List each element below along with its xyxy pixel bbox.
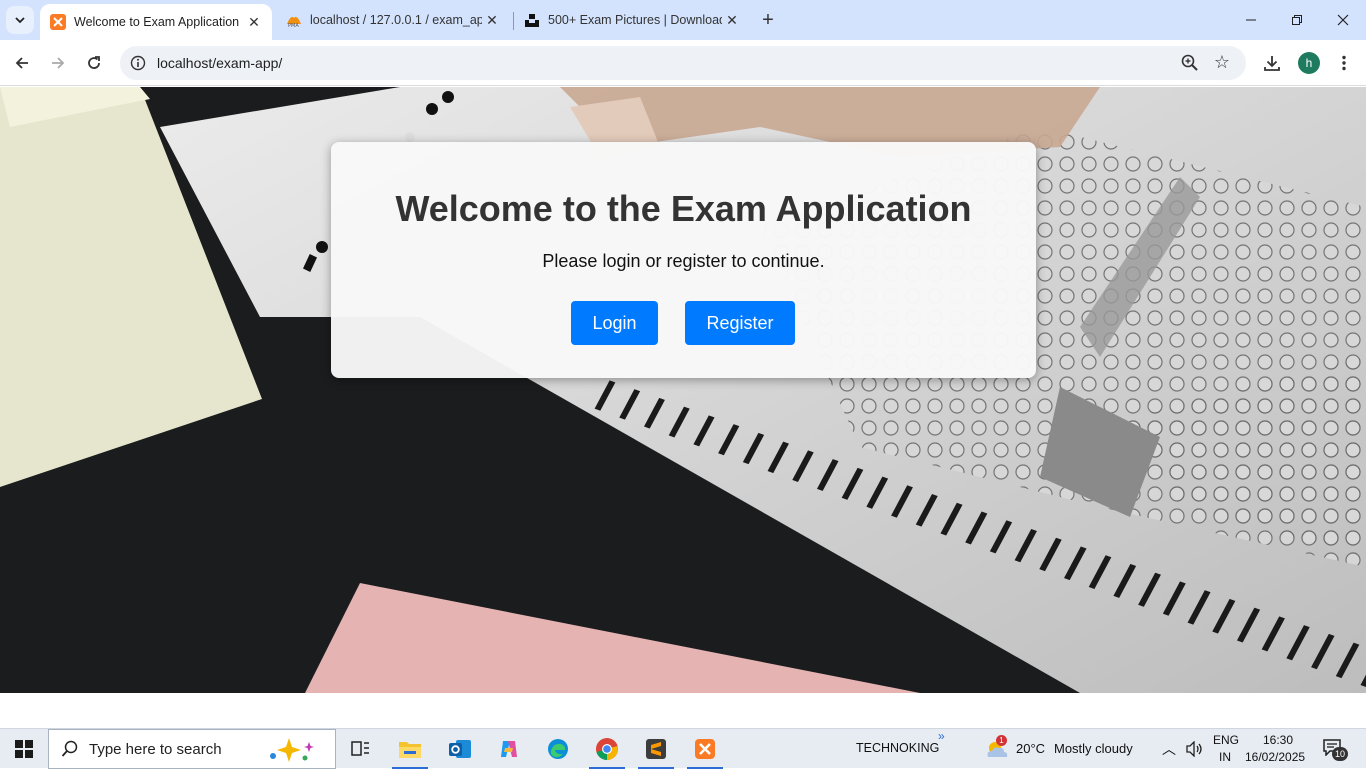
page-viewport: Welcome to the Exam Application Please l… [0, 87, 1366, 728]
minimize-icon [1246, 19, 1256, 21]
copilot-icon [501, 741, 517, 757]
tab-phpmyadmin[interactable]: PMA localhost / 127.0.0.1 / exam_app ✕ [276, 0, 510, 40]
outlook-icon [449, 740, 471, 758]
reload-button[interactable] [79, 48, 109, 78]
start-button[interactable] [0, 729, 48, 769]
close-tab-icon[interactable]: ✕ [722, 10, 742, 30]
file-explorer-button[interactable] [386, 729, 434, 769]
sublime-text-icon [646, 739, 666, 759]
weather-temperature[interactable]: 20°C [1016, 741, 1045, 756]
page-title: Welcome to the Exam Application [395, 188, 972, 229]
copilot-button[interactable] [485, 729, 533, 769]
forward-button[interactable] [43, 48, 73, 78]
speaker-icon[interactable] [1186, 741, 1204, 757]
reload-icon [88, 56, 100, 69]
language-region[interactable]: IN [1219, 750, 1231, 764]
tab-title: Welcome to Exam Application [74, 15, 240, 29]
restore-icon [1292, 15, 1302, 25]
widget-label[interactable]: TECHNOKING [856, 741, 939, 755]
sublime-text-button[interactable] [632, 729, 680, 769]
tab-title: 500+ Exam Pictures | Download [548, 13, 722, 27]
tab-search-button[interactable] [6, 6, 34, 34]
weather-widget-icon[interactable]: 1 [984, 735, 1010, 761]
notification-center-button[interactable]: 10 [1322, 738, 1350, 762]
address-bar[interactable]: localhost/exam-app/ ☆ [120, 46, 1246, 80]
language-code[interactable]: ENG [1213, 733, 1239, 747]
taskbar-search-box[interactable]: Type here to search [48, 729, 336, 769]
tab-unsplash[interactable]: 500+ Exam Pictures | Download ✕ [514, 0, 750, 40]
profile-avatar[interactable]: h [1298, 52, 1320, 74]
close-window-button[interactable] [1320, 0, 1366, 40]
chrome-menu-button[interactable] [1329, 48, 1359, 78]
task-view-icon [351, 741, 369, 756]
url-text[interactable]: localhost/exam-app/ [157, 55, 282, 71]
tab-title: localhost / 127.0.0.1 / exam_app [310, 13, 482, 27]
search-icon [61, 740, 78, 757]
tab-exam-app[interactable]: Welcome to Exam Application ✕ [40, 4, 272, 40]
welcome-subtext: Please login or register to continue. [542, 251, 825, 271]
edge-button[interactable] [534, 729, 582, 769]
close-tab-icon[interactable]: ✕ [244, 12, 264, 32]
edge-icon [548, 739, 568, 759]
back-button[interactable] [7, 48, 37, 78]
welcome-card: Welcome to the Exam Application Please l… [331, 142, 1036, 378]
clock-time[interactable]: 16:30 [1263, 733, 1293, 747]
register-button[interactable]: Register [685, 301, 795, 345]
download-icon [1264, 56, 1280, 71]
bookmark-star-icon[interactable]: ☆ [1212, 52, 1232, 72]
weather-badge: 1 [996, 735, 1007, 746]
svg-text:PMA: PMA [288, 23, 299, 28]
sparkle-icon [270, 738, 314, 762]
xampp-button[interactable] [681, 729, 729, 769]
weather-description[interactable]: Mostly cloudy [1054, 741, 1133, 756]
task-view-button[interactable] [336, 729, 384, 769]
minimize-button[interactable] [1228, 0, 1274, 40]
chrome-icon [596, 738, 618, 760]
phpmyadmin-icon: PMA [286, 12, 302, 28]
browser-toolbar: localhost/exam-app/ ☆ h [0, 40, 1366, 86]
more-vertical-icon [1342, 55, 1346, 71]
zoom-icon[interactable] [1180, 53, 1200, 73]
notification-count: 10 [1332, 747, 1348, 761]
outlook-button[interactable] [436, 729, 484, 769]
xampp-icon [50, 14, 66, 30]
tab-strip: Welcome to Exam Application ✕ PMA localh… [0, 0, 1366, 40]
restore-button[interactable] [1274, 0, 1320, 40]
unsplash-icon [524, 12, 540, 28]
search-placeholder: Type here to search [89, 741, 222, 758]
xampp-icon [695, 739, 715, 759]
arrow-right-icon [52, 57, 65, 69]
site-info-icon[interactable] [130, 55, 146, 71]
arrow-left-icon [15, 57, 28, 69]
downloads-button[interactable] [1257, 48, 1287, 78]
login-button[interactable]: Login [571, 301, 658, 345]
chevron-down-icon [15, 17, 25, 24]
windows-logo-icon [15, 740, 33, 758]
close-tab-icon[interactable]: ✕ [482, 10, 502, 30]
windows-taskbar: Type here to search TECHNOKING » 1 20°C … [0, 728, 1366, 769]
new-tab-button[interactable]: + [756, 8, 780, 32]
file-explorer-icon [399, 742, 421, 758]
chevron-up-icon[interactable]: ︿ [1162, 739, 1176, 759]
chrome-button[interactable] [583, 729, 631, 769]
clock-date[interactable]: 16/02/2025 [1245, 750, 1305, 764]
close-icon [1337, 14, 1349, 26]
chevron-double-right-icon[interactable]: » [938, 729, 945, 743]
